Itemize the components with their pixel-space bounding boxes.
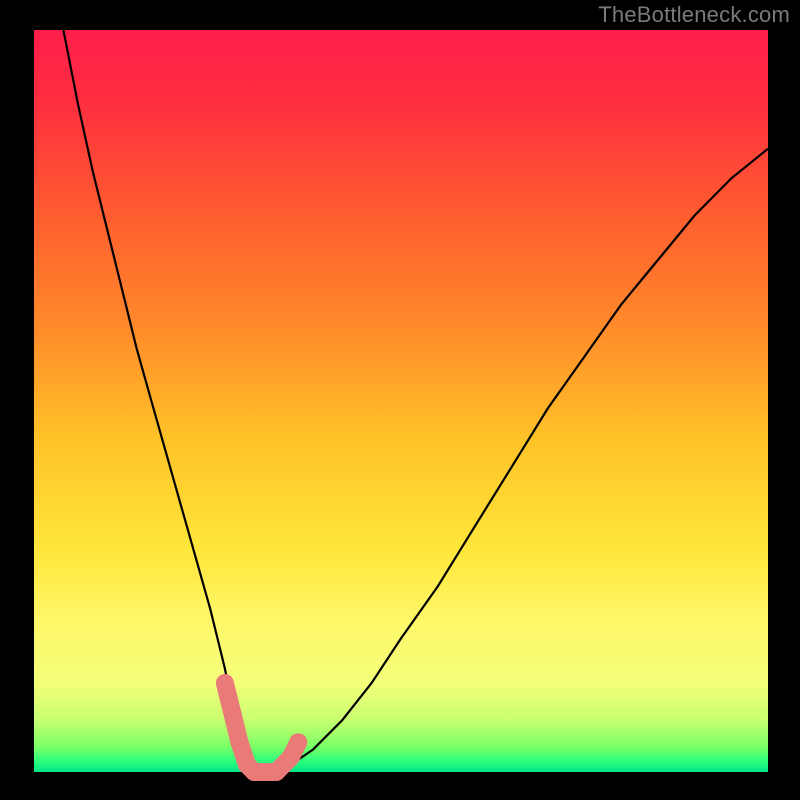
watermark-label: TheBottleneck.com	[598, 2, 790, 28]
chart-frame: TheBottleneck.com	[0, 0, 800, 800]
bottleneck-chart	[0, 0, 800, 800]
plot-background	[34, 30, 768, 772]
